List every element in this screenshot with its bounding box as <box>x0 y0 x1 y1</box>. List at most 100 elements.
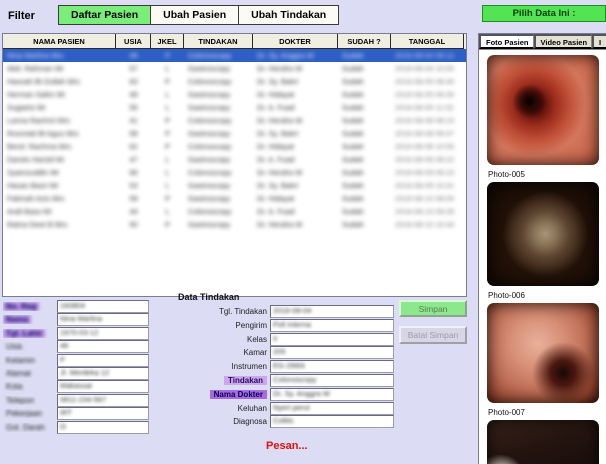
left-form-label-text: Pekerjaan <box>6 409 43 419</box>
data-tindakan-field-input[interactable]: 205 <box>270 346 394 360</box>
table-row[interactable]: Andi Baso Mr 44 L Colonoscopy Dr. A. Fuad Sud… <box>3 205 466 218</box>
table-cell: 2016-08-09 10:31 <box>395 181 455 190</box>
endoscopy-photo[interactable] <box>487 182 599 286</box>
tab-daftar-pasien[interactable]: Daftar Pasien <box>58 5 152 25</box>
left-form-label-text: Kelamin <box>6 355 35 365</box>
table-cell: Sudah <box>342 220 364 229</box>
data-tindakan-field-input[interactable]: Colonoscopy <box>270 373 394 387</box>
left-form-field-value: Makassar <box>60 381 93 391</box>
endoscopy-photo[interactable] <box>487 303 599 403</box>
data-tindakan-field-input[interactable]: Dr. Sy. Anggra W <box>270 387 394 401</box>
table-row[interactable]: Abd. Rahman Mr 57 L Gastroscopy Dr. Hendra W… <box>3 62 466 75</box>
table-row[interactable]: Fatimah Azis Mrs 59 P Gastroscopy Dr. Hidaya… <box>3 192 466 205</box>
tab-ubah-tindakan[interactable]: Ubah Tindakan <box>238 5 340 25</box>
left-form-field-label: Nama <box>3 315 57 325</box>
table-cell: 2016-08-08 08:15 <box>395 116 455 125</box>
table-cell: Sudah <box>342 103 364 112</box>
table-cell: P <box>164 129 170 138</box>
left-form-field-input[interactable]: 160804 <box>57 300 149 313</box>
table-cell: Colonoscopy <box>188 77 232 86</box>
table-header-row: NAMA PASIEN USIA JKEL TINDAKAN DOKTER SUDAH ?… <box>3 34 466 49</box>
table-row[interactable]: Herman Salim Mr 49 L Gastroscopy Dr. Hidayat… <box>3 88 466 101</box>
table-cell: 2016-08-10 08:05 <box>395 194 455 203</box>
data-tindakan-field-value: Dr. Sy. Anggra W <box>273 388 330 398</box>
table-row[interactable]: Nina Marlina Mrs 46 P Colonoscopy Dr. Sy. An… <box>3 49 466 62</box>
table-row[interactable]: Rosmiati Bt Agus Mrs 58 P Gastroscopy Dr. Sy… <box>3 127 466 140</box>
table-cell: Sudah <box>342 77 364 86</box>
table-row[interactable]: Syamsuddin Mr 66 L Colonoscopy Dr. Hendra W S… <box>3 166 466 179</box>
table-cell: Dr. Sy. Bakri <box>257 77 299 86</box>
table-cell: Sudah <box>342 90 364 99</box>
left-form-field-input[interactable]: Jl. Merdeka 12 <box>57 366 149 380</box>
table-cell: Gastroscopy <box>188 155 231 164</box>
data-tindakan-field-input[interactable]: Colitis <box>270 415 394 429</box>
media-tab-foto-pasien[interactable]: Foto Pasien <box>479 34 534 49</box>
table-cell: 2016-08-04 09:12 <box>395 51 455 60</box>
media-tab-bar: Foto Pasien Video Pasien I <box>479 34 606 50</box>
left-form-field-label: Pekerjaan <box>3 409 57 418</box>
left-form-field-input[interactable]: 0811-234-567 <box>57 393 149 407</box>
column-header-dokter[interactable]: DOKTER <box>253 34 338 49</box>
left-form-field-input[interactable]: 46 <box>57 340 149 354</box>
endoscopy-photo[interactable] <box>487 55 599 165</box>
left-form-field-input[interactable]: 1970-03-12 <box>57 326 149 340</box>
left-form-field-label: Kelamin <box>3 356 57 365</box>
table-row[interactable]: Lanna Rachmi Mrs 41 P Colonoscopy Dr. Hendra… <box>3 114 466 127</box>
table-cell: 44 <box>129 207 138 216</box>
column-header-nama-pasien[interactable]: NAMA PASIEN <box>3 34 116 49</box>
tab-ubah-pasien[interactable]: Ubah Pasien <box>150 5 240 25</box>
left-form-row: No. Reg 160804 <box>3 300 163 313</box>
data-tindakan-field-input[interactable]: II <box>270 332 394 346</box>
left-form-field-input[interactable]: IRT <box>57 407 149 421</box>
column-header-tindakan[interactable]: TINDAKAN <box>184 34 253 49</box>
pilih-data-button[interactable]: Pilih Data Ini : <box>482 5 606 22</box>
data-tindakan-row: Kelas II <box>178 332 394 346</box>
table-row[interactable]: Hasan Basri Mr 53 L Gastroscopy Dr. Sy. Bakr… <box>3 179 466 192</box>
table-cell: Sugiarto Mr <box>7 103 46 112</box>
data-tindakan-field-input[interactable]: Poli Interna <box>270 318 394 332</box>
table-row[interactable]: Ratna Dewi B Mrs 50 P Gastroscopy Dr. Hendra… <box>3 218 466 231</box>
data-tindakan-field-input[interactable]: Nyeri perut <box>270 401 394 415</box>
media-tab-i[interactable]: I <box>591 34 606 49</box>
table-cell: 2016-08-10 10:44 <box>395 220 455 229</box>
table-row[interactable]: Bend. Rachma Mrs 62 P Colonoscopy Dr. Hidaya… <box>3 140 466 153</box>
simpan-button[interactable]: Simpan <box>399 300 467 317</box>
data-tindakan-field-label: Keluhan <box>237 403 267 413</box>
table-cell: Abd. Rahman Mr <box>7 64 64 73</box>
left-form-row: Alamat Jl. Merdeka 12 <box>3 366 163 380</box>
table-row[interactable]: Darwis Hamid Mr 47 L Gastroscopy Dr. A. Fuad… <box>3 153 466 166</box>
endoscopy-photo[interactable] <box>487 420 599 464</box>
table-cell: P <box>164 116 170 125</box>
table-cell: P <box>164 77 170 86</box>
column-header-tanggal[interactable]: TANGGAL <box>391 34 464 49</box>
table-row[interactable]: Sugiarto Mr 55 L Gastroscopy Dr. A. Fuad Suda… <box>3 101 466 114</box>
table-cell: 53 <box>129 181 138 190</box>
batal-simpan-button[interactable]: Batal Simpan <box>399 326 467 344</box>
column-header-usia[interactable]: USIA <box>116 34 151 49</box>
left-form-row: Kelamin P <box>3 353 163 367</box>
table-cell: P <box>164 51 170 60</box>
left-form-field-input[interactable]: O <box>57 420 149 434</box>
table-cell: L <box>165 64 170 73</box>
column-header-sudah[interactable]: SUDAH ? <box>338 34 391 49</box>
data-tindakan-field-label: Diagnosa <box>233 417 267 427</box>
data-tindakan-row: Kamar 205 <box>178 346 394 360</box>
left-form-field-value: 160804 <box>60 301 86 310</box>
left-form-field-input[interactable]: P <box>57 353 149 367</box>
table-cell: P <box>164 142 170 151</box>
table-cell: Dr. Hidayat <box>257 142 295 151</box>
data-tindakan-field-input[interactable]: EG-2990i <box>270 360 394 374</box>
left-form-field-input[interactable]: Nina Marlina <box>57 313 149 327</box>
column-header-jkel[interactable]: JKEL <box>151 34 184 49</box>
left-form-field-value: 1970-03-12 <box>60 327 99 337</box>
table-body: Nina Marlina Mrs 46 P Colonoscopy Dr. Sy. An… <box>3 49 466 231</box>
table-cell: Dr. A. Fuad <box>257 207 295 216</box>
media-tab-video-pasien[interactable]: Video Pasien <box>533 34 592 49</box>
data-tindakan-field-input[interactable]: 2016-08-04 <box>270 305 394 318</box>
table-cell: L <box>165 168 170 177</box>
left-form-field-input[interactable]: Makassar <box>57 380 149 394</box>
data-tindakan-rows: Tgl. Tindakan 2016-08-04 Pengirim Poli Inte… <box>178 305 394 429</box>
table-cell: 2016-08-05 11:02 <box>395 103 454 112</box>
table-cell: Dr. A. Fuad <box>257 155 295 164</box>
table-row[interactable]: Hasnah Bt Dullah Mrs 63 P Colonoscopy Dr. Sy… <box>3 75 466 88</box>
